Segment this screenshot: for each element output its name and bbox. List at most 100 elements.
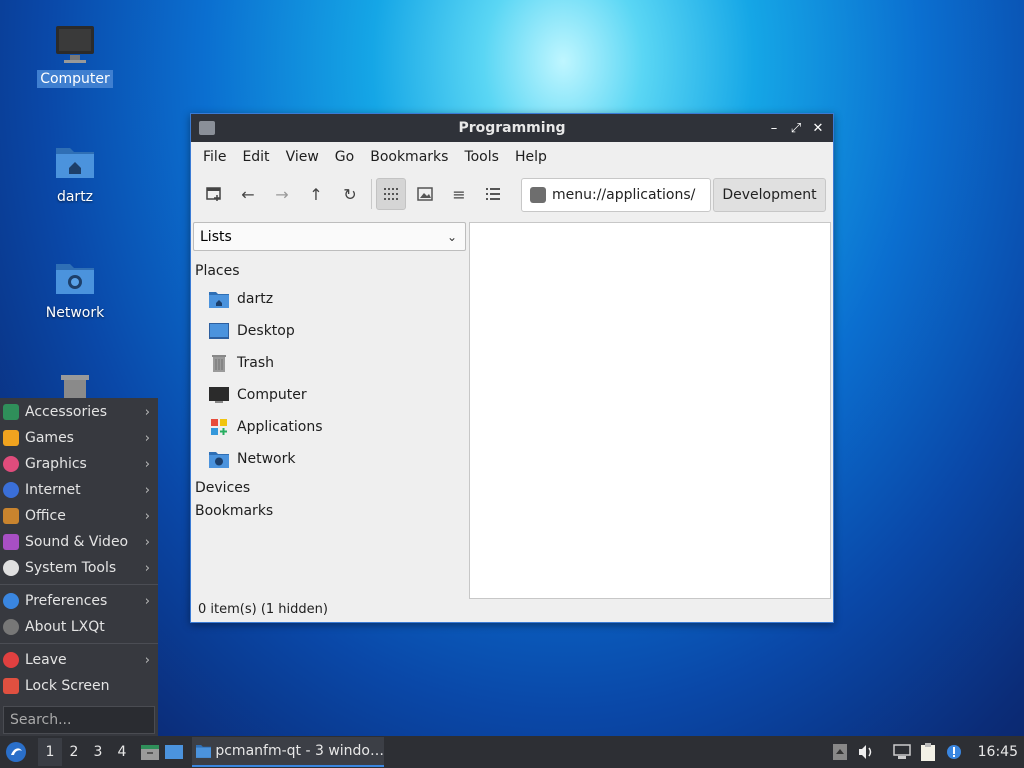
side-pane-mode-select[interactable]: Lists ⌄ [193,222,466,251]
place-label: Network [237,451,296,467]
up-icon[interactable]: ↑ [301,178,331,210]
desktop-icon-computer[interactable]: Computer [25,22,125,88]
start-menu-button[interactable] [2,738,30,766]
place-label: Applications [237,419,323,435]
home-folder-icon [209,290,229,308]
menu-item-label: Office [25,508,66,524]
chevron-right-icon: › [144,534,150,550]
new-tab-icon[interactable] [199,178,229,210]
lock-icon [3,678,19,694]
thumbnail-view-icon[interactable] [410,178,440,210]
path-bar[interactable]: menu://applications/ [521,178,711,212]
place-computer[interactable]: Computer [195,379,465,411]
tray-arrow-icon[interactable] [830,742,850,762]
taskbar-panel: 1 2 3 4 pcmanfm-qt - 3 windo… 16:45 [0,736,1024,768]
menu-bookmarks[interactable]: Bookmarks [362,149,456,165]
chevron-right-icon: › [144,430,150,446]
menu-internet[interactable]: Internet › [0,477,158,503]
place-label: Desktop [237,323,295,339]
folder-icon [196,745,212,758]
folder-icon [199,121,215,135]
devices-header[interactable]: Devices [195,477,465,500]
back-icon[interactable]: ← [233,178,263,210]
menu-graphics[interactable]: Graphics › [0,451,158,477]
place-dartz[interactable]: dartz [195,283,465,315]
menu-go[interactable]: Go [327,149,362,165]
icon-view-icon[interactable] [376,178,406,210]
power-icon [3,652,19,668]
clipboard-icon[interactable] [918,742,938,762]
chevron-right-icon: › [144,593,150,609]
forward-icon[interactable]: → [267,178,297,210]
place-label: Trash [237,355,274,371]
chevron-right-icon: › [144,560,150,576]
menu-tools[interactable]: Tools [456,149,507,165]
places-pane: Places dartz Desktop Trash Computer Appl… [195,260,465,523]
place-desktop[interactable]: Desktop [195,315,465,347]
menu-view[interactable]: View [278,149,327,165]
menu-edit[interactable]: Edit [234,149,277,165]
menu-separator [0,643,158,644]
menu-help[interactable]: Help [507,149,555,165]
place-applications[interactable]: Applications [195,411,465,443]
menu-sound-video[interactable]: Sound & Video › [0,529,158,555]
menubar: File Edit View Go Bookmarks Tools Help [191,142,833,172]
bookmarks-header[interactable]: Bookmarks [195,500,465,523]
accessories-icon [3,404,19,420]
show-desktop-icon[interactable] [162,738,186,766]
close-button[interactable]: ✕ [809,119,827,137]
desktop-icon-dartz[interactable]: dartz [25,140,125,206]
side-pane-mode-value: Lists [200,228,232,245]
menu-games[interactable]: Games › [0,425,158,451]
minimize-button[interactable]: – [765,119,783,137]
update-notifier-icon[interactable] [944,742,964,762]
network-folder-icon [209,450,229,468]
toolbar: ← → ↑ ↻ ≡ menu://applications/ Developme… [191,172,833,216]
place-label: Computer [237,387,307,403]
taskbar-task-pcmanfm[interactable]: pcmanfm-qt - 3 windo… [192,737,384,767]
desktop-icon-label: Network [45,305,105,321]
sound-video-icon [3,534,19,550]
titlebar[interactable]: Programming – ⤢ ✕ [191,114,833,142]
chevron-right-icon: › [144,456,150,472]
menu-preferences[interactable]: Preferences › [0,588,158,614]
workspace-4[interactable]: 4 [110,738,134,766]
home-folder-icon [53,140,97,184]
volume-icon[interactable] [856,742,876,762]
system-tray [830,742,964,762]
desktop-icon-label: Computer [37,70,113,88]
path-text: menu://applications/ [552,187,696,203]
menu-system-tools[interactable]: System Tools › [0,555,158,581]
file-view[interactable] [469,222,831,599]
menu-item-label: System Tools [25,560,117,576]
menu-accessories[interactable]: Accessories › [0,399,158,425]
places-header[interactable]: Places [195,260,465,283]
reload-icon[interactable]: ↻ [335,178,365,210]
menu-item-label: Preferences [25,593,108,609]
network-icon[interactable] [892,742,912,762]
clock[interactable]: 16:45 [978,744,1018,760]
workspace-1[interactable]: 1 [38,738,62,766]
chevron-down-icon: ⌄ [446,229,457,244]
menu-lock-screen[interactable]: Lock Screen [0,673,158,699]
menu-file[interactable]: File [195,149,234,165]
menu-search-input[interactable]: Search... [3,706,155,734]
path-button-development[interactable]: Development [713,178,826,212]
network-folder-icon [53,256,97,300]
maximize-button[interactable]: ⤢ [787,119,805,137]
workspace-3[interactable]: 3 [86,738,110,766]
place-trash[interactable]: Trash [195,347,465,379]
menu-office[interactable]: Office › [0,503,158,529]
menu-item-label: Leave [25,652,67,668]
workspace-2[interactable]: 2 [62,738,86,766]
desktop-icon-network[interactable]: Network [25,256,125,322]
file-cabinet-icon[interactable] [138,738,162,766]
menu-item-label: About LXQt [25,619,105,635]
detailed-list-icon[interactable] [478,178,508,210]
compact-view-icon[interactable]: ≡ [444,178,474,210]
menu-about[interactable]: About LXQt [0,614,158,640]
place-network[interactable]: Network [195,443,465,475]
menu-item-label: Graphics [25,456,87,472]
chevron-right-icon: › [144,482,150,498]
menu-leave[interactable]: Leave › [0,647,158,673]
